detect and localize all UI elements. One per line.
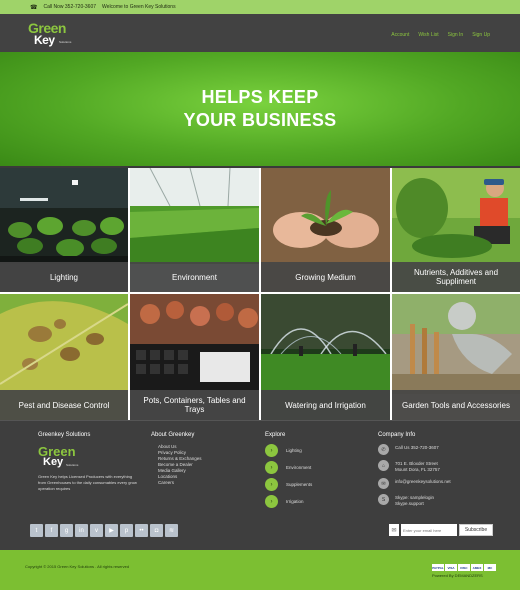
category-tile-nutrients[interactable]: Nutrients, Additives and Suppliment [392, 168, 520, 292]
hero-line-2: YOUR BUSINESS [183, 110, 337, 130]
footer-logo: Green Key Solutions [38, 444, 79, 468]
footer: Greenkey Solutions Green Key Solutions G… [0, 420, 520, 550]
newsletter-form: ✉ Subscribe [389, 524, 493, 536]
footer-link-careers[interactable]: Careers [158, 480, 202, 486]
google-plus-icon[interactable]: g [60, 524, 73, 537]
chevron-right-icon: › [265, 495, 278, 508]
category-tile-lighting[interactable]: Lighting [0, 168, 128, 292]
site-logo[interactable]: Green Key Solutions [28, 20, 78, 47]
twitter-icon[interactable]: t [30, 524, 43, 537]
category-tile-garden-tools[interactable]: Garden Tools and Accessories [392, 294, 520, 420]
explore-item-lighting[interactable]: › Lighting [265, 444, 312, 457]
payment-cards: PAYPAL VISA DISC AMEX MC [432, 564, 496, 571]
footer-about-text: Green Key helps Licensed Producers with … [38, 474, 137, 491]
paypal-icon: PAYPAL [432, 564, 444, 571]
top-welcome: Welcome to Green Key Solutions [102, 4, 176, 10]
chevron-right-icon: › [265, 444, 278, 457]
account-nav: Account Wish List Sign In Sign Up [391, 32, 490, 38]
footer-heading: About Greenkey [151, 432, 195, 438]
amex-icon: AMEX [471, 564, 483, 571]
category-label: Pots, Containers, Tables and Trays [130, 390, 259, 420]
category-tile-pots[interactable]: Pots, Containers, Tables and Trays [130, 294, 259, 420]
category-tile-environment[interactable]: Environment [130, 168, 259, 292]
category-tile-pest-control[interactable]: Pest and Disease Control [0, 294, 128, 420]
hero-banner: HELPS KEEP YOUR BUSINESS [0, 52, 520, 166]
newsletter-email-input[interactable] [401, 524, 457, 536]
powered-by[interactable]: Powered By DEMANDZERS [432, 573, 483, 578]
linkedin-icon[interactable]: in [75, 524, 88, 537]
category-tile-growing-medium[interactable]: Growing Medium [261, 168, 390, 292]
header: Green Key Solutions Account Wish List Si… [0, 14, 520, 52]
top-phone[interactable]: Call Now 352-720-3607 [43, 4, 96, 10]
info-skype: S Skype: samplelogin Skype.support [378, 494, 451, 507]
category-label: Watering and Irrigation [261, 390, 390, 420]
skype-icon: S [378, 494, 389, 505]
category-tile-watering[interactable]: Watering and Irrigation [261, 294, 390, 420]
envelope-icon: ✉ [378, 478, 389, 489]
facebook-icon[interactable]: f [45, 524, 58, 537]
copyright-text: Copyright © 2015 Green Key Solutions . A… [25, 564, 130, 569]
instagram-icon[interactable]: ◘ [150, 524, 163, 537]
top-bar: ☎ Call Now 352-720-3607 Welcome to Green… [0, 0, 520, 14]
location-pin-icon: ⌂ [378, 460, 389, 471]
phone-icon: ☎ [30, 4, 38, 11]
mastercard-icon: MC [484, 564, 496, 571]
nav-wish-list[interactable]: Wish List [418, 32, 438, 38]
nav-account[interactable]: Account [391, 32, 409, 38]
category-label: Nutrients, Additives and Suppliment [392, 262, 520, 292]
flickr-icon[interactable]: •• [135, 524, 148, 537]
envelope-icon: ✉ [389, 524, 399, 536]
chevron-right-icon: › [265, 461, 278, 474]
footer-heading: Greenkey Solutions [38, 432, 91, 438]
explore-item-supplements[interactable]: › Supplements [265, 478, 312, 491]
nav-sign-in[interactable]: Sign In [448, 32, 464, 38]
category-label: Growing Medium [261, 262, 390, 292]
footer-heading: Explore [265, 432, 286, 438]
category-label: Garden Tools and Accessories [392, 390, 520, 420]
visa-icon: VISA [445, 564, 457, 571]
footer-col-explore: Explore › Lighting › Environment › Suppl… [265, 432, 312, 512]
social-icons: t f g in v ▶ p •• ◘ ≋ [30, 524, 178, 537]
subscribe-button[interactable]: Subscribe [459, 524, 493, 536]
pinterest-icon[interactable]: p [120, 524, 133, 537]
explore-item-environment[interactable]: › Environment [265, 461, 312, 474]
category-label: Pest and Disease Control [0, 390, 128, 420]
category-grid: Lighting Environment Growing Medium Nutr… [0, 168, 520, 420]
info-phone: ✆ Call Us 352-720-3607 [378, 444, 451, 455]
category-label: Lighting [0, 262, 128, 292]
youtube-icon[interactable]: ▶ [105, 524, 118, 537]
rss-icon[interactable]: ≋ [165, 524, 178, 537]
info-address: ⌂ 701 E. Bloxder Street Mount Dora, FL 32… [378, 460, 451, 473]
footer-col-about-company: Greenkey Solutions Green Key Solutions G… [38, 432, 138, 492]
bottom-bar: Copyright © 2015 Green Key Solutions . A… [0, 550, 520, 590]
vimeo-icon[interactable]: v [90, 524, 103, 537]
phone-icon: ✆ [378, 444, 389, 455]
discover-icon: DISC [458, 564, 470, 571]
explore-item-irrigation[interactable]: › Irrigation [265, 495, 312, 508]
footer-heading: Company Info [378, 432, 416, 438]
nav-sign-up[interactable]: Sign Up [472, 32, 490, 38]
chevron-right-icon: › [265, 478, 278, 491]
info-email: ✉ info@greenkeysolutions.net [378, 478, 451, 489]
footer-col-about-greenkey: About Greenkey About Us Privacy Policy R… [151, 432, 202, 486]
hero-line-1: HELPS KEEP [201, 87, 319, 107]
footer-col-company-info: Company Info ✆ Call Us 352-720-3607 ⌂ 70… [378, 432, 451, 512]
category-label: Environment [130, 262, 259, 292]
